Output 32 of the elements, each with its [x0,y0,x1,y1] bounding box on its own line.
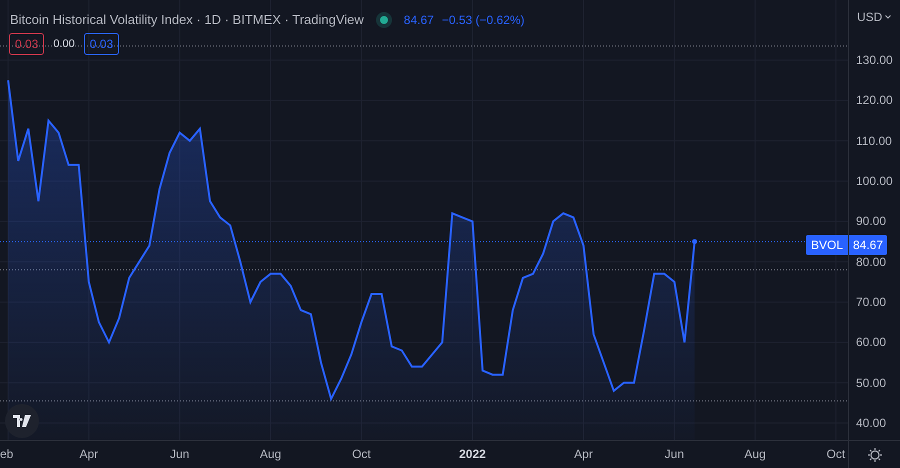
time-tick: Aug [744,448,766,460]
chart-title: Bitcoin Historical Volatility Index · 1D · BITMEX · TradingView [10,11,364,29]
settings-icon[interactable] [866,446,882,462]
time-tick: Oct [826,448,846,460]
indicator-value: 0.03 [9,33,44,55]
indicator-value: 0.03 [84,33,120,55]
price-tick: 100.00 [856,175,893,188]
time-tick: Jun [170,448,190,460]
price-tick: 60.00 [856,336,886,348]
price-tick: 130.00 [856,54,893,66]
price-tick: 50.00 [856,376,886,389]
price-tick: 120.00 [856,94,893,106]
currency-dropdown[interactable]: USD [857,8,892,26]
time-tick: Jun [664,448,684,460]
price-tick: 40.00 [856,417,886,430]
time-tick: Apr [574,448,593,460]
price-tick: 90.00 [856,215,886,228]
time-tick: Apr [79,448,98,460]
time-tick: Oct [352,448,371,460]
price-tick: 80.00 [856,256,886,268]
indicator-value: 0.00 [52,36,76,52]
last-point [692,239,698,244]
time-tick: 2022 [459,448,486,460]
caret-icon [885,15,892,19]
last-value: 84.67 [404,12,434,29]
price-label: 84.67 [849,235,888,255]
time-tick: eb [0,448,14,460]
symbol-label: BVOL [806,235,848,255]
price-tick: 110.00 [856,134,892,147]
time-tick: Aug [260,448,282,460]
price-tick: 70.00 [856,296,886,308]
change-value: −0.53 (−0.62%) [442,12,525,29]
